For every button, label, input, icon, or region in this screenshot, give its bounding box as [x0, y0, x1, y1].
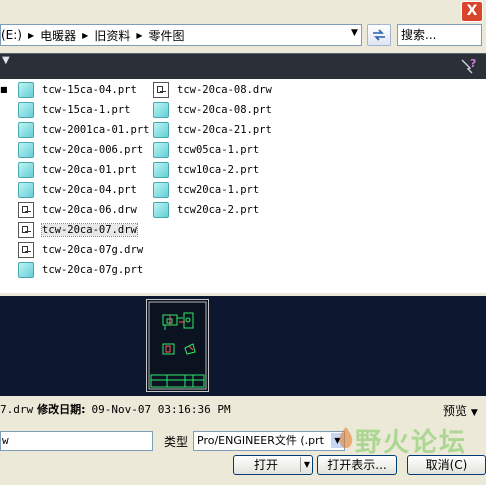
chevron-right-icon[interactable]: ▶ [82, 31, 88, 40]
part-file-icon [18, 122, 34, 138]
address-segment-parts[interactable]: 零件图 [149, 27, 185, 44]
file-item[interactable]: tcw-2001ca-01.prt [18, 120, 149, 140]
open-representation-button[interactable]: 打开表示... [317, 455, 397, 475]
address-bar[interactable]: (E:) ▶ 电暖器 ▶ 旧资料 ▶ 零件图 [0, 24, 362, 46]
modified-date-label: 修改日期: [37, 403, 86, 416]
file-item[interactable]: tcw-20ca-08.drw [153, 80, 272, 100]
file-item[interactable]: tcw-15ca-1.prt [18, 100, 149, 120]
chevron-down-icon[interactable]: ▼ [2, 55, 10, 66]
chevron-down-icon[interactable]: ▼ [351, 28, 363, 42]
file-item[interactable]: tcw-20ca-07g.prt [18, 260, 149, 280]
triangle-down-icon: ▼ [470, 408, 478, 418]
file-name: tcw-20ca-07.drw [41, 223, 138, 237]
help-icon[interactable]: ? [458, 56, 480, 76]
file-name: tcw-20ca-01.prt [42, 164, 137, 176]
part-file-icon [18, 182, 34, 198]
file-name: tcw-2001ca-01.prt [42, 124, 150, 136]
address-segment-old-data[interactable]: 旧资料 [94, 27, 130, 44]
drawing-file-icon [153, 82, 169, 98]
file-name: tcw-20ca-07g.prt [42, 264, 144, 276]
file-item[interactable]: tcw-20ca-21.prt [153, 120, 272, 140]
refresh-button[interactable] [367, 24, 391, 46]
close-button[interactable]: X [461, 1, 483, 22]
file-item[interactable]: tcw20ca-1.prt [153, 180, 272, 200]
drawing-file-icon [18, 202, 34, 218]
drawing-file-icon [18, 222, 34, 238]
modified-date-value: 09-Nov-07 03:16:36 PM [91, 403, 231, 416]
file-name: tcw05ca-1.prt [177, 144, 260, 156]
scroll-stub: ■ [0, 85, 8, 94]
file-type-select[interactable]: Pro/ENGINEER文件 (.prt [193, 431, 345, 451]
part-file-icon [153, 102, 169, 118]
file-column-2: tcw-20ca-08.drw tcw-20ca-08.prt tcw-20ca-2… [153, 80, 272, 220]
address-segment-heater[interactable]: 电暖器 [40, 27, 76, 44]
file-type-label: 类型 [164, 435, 189, 449]
part-file-icon [18, 162, 34, 178]
part-file-icon [18, 142, 34, 158]
part-file-icon [153, 202, 169, 218]
file-item[interactable]: tcw-20ca-04.prt [18, 180, 149, 200]
file-name: tcw-20ca-07g.drw [42, 244, 144, 256]
drawing-file-icon [18, 242, 34, 258]
refresh-icon [373, 29, 385, 41]
file-name: tcw20ca-1.prt [177, 184, 260, 196]
file-name: tcw-20ca-08.prt [177, 104, 272, 116]
file-name: tcw20ca-2.prt [177, 204, 260, 216]
title-bar [0, 0, 486, 22]
part-file-icon [18, 262, 34, 278]
file-name: tcw-15ca-04.prt [42, 84, 137, 96]
file-item[interactable]: tcw-20ca-08.prt [153, 100, 272, 120]
file-info-line: 7.drw 修改日期: 09-Nov-07 03:16:36 PM [0, 401, 231, 419]
file-name: tcw10ca-2.prt [177, 164, 260, 176]
file-name: tcw-20ca-04.prt [42, 184, 137, 196]
preview-pane [0, 296, 486, 396]
part-file-icon [153, 122, 169, 138]
part-file-icon [18, 82, 34, 98]
chevron-right-icon[interactable]: ▶ [136, 31, 142, 40]
watermark-logo [335, 425, 357, 451]
file-item[interactable]: tcw-20ca-06.drw [18, 200, 149, 220]
preview-label: 预览 [443, 404, 468, 418]
file-item[interactable]: tcw05ca-1.prt [153, 140, 272, 160]
file-name: tcw-20ca-21.prt [177, 124, 272, 136]
drawing-thumbnail [146, 299, 209, 392]
file-item[interactable]: tcw10ca-2.prt [153, 160, 272, 180]
file-item[interactable]: tcw-20ca-01.prt [18, 160, 149, 180]
file-name: tcw-20ca-06.drw [42, 204, 137, 216]
chevron-down-icon[interactable]: ▼ [300, 457, 313, 472]
part-file-icon [153, 142, 169, 158]
open-button-label: 打开 [253, 458, 278, 472]
file-column-1: tcw-15ca-04.prt tcw-15ca-1.prt tcw-2001ca-… [18, 80, 149, 280]
watermark-text: 野火论坛 [355, 428, 468, 458]
part-file-icon [18, 102, 34, 118]
file-name: tcw-20ca-006.prt [42, 144, 144, 156]
part-file-icon [153, 162, 169, 178]
toolbar [0, 53, 486, 79]
file-item[interactable]: tcw-20ca-07.drw [18, 220, 149, 240]
part-file-icon [153, 182, 169, 198]
preview-dropdown[interactable]: 预览 ▼ [443, 402, 478, 419]
address-segment-drive[interactable]: (E:) [1, 28, 22, 42]
file-item[interactable]: tcw-15ca-04.prt [18, 80, 149, 100]
file-name: tcw-15ca-1.prt [42, 104, 131, 116]
file-name-input[interactable]: w [0, 431, 153, 451]
file-item[interactable]: tcw20ca-2.prt [153, 200, 272, 220]
file-item[interactable]: tcw-20ca-07g.drw [18, 240, 149, 260]
svg-text:?: ? [470, 57, 476, 70]
file-name-suffix: 7.drw [0, 403, 34, 416]
cancel-button[interactable]: 取消(C) [407, 455, 486, 475]
chevron-right-icon[interactable]: ▶ [28, 31, 34, 40]
search-input[interactable]: 搜索... [397, 24, 482, 46]
file-name: tcw-20ca-08.drw [177, 84, 272, 96]
file-item[interactable]: tcw-20ca-006.prt [18, 140, 149, 160]
